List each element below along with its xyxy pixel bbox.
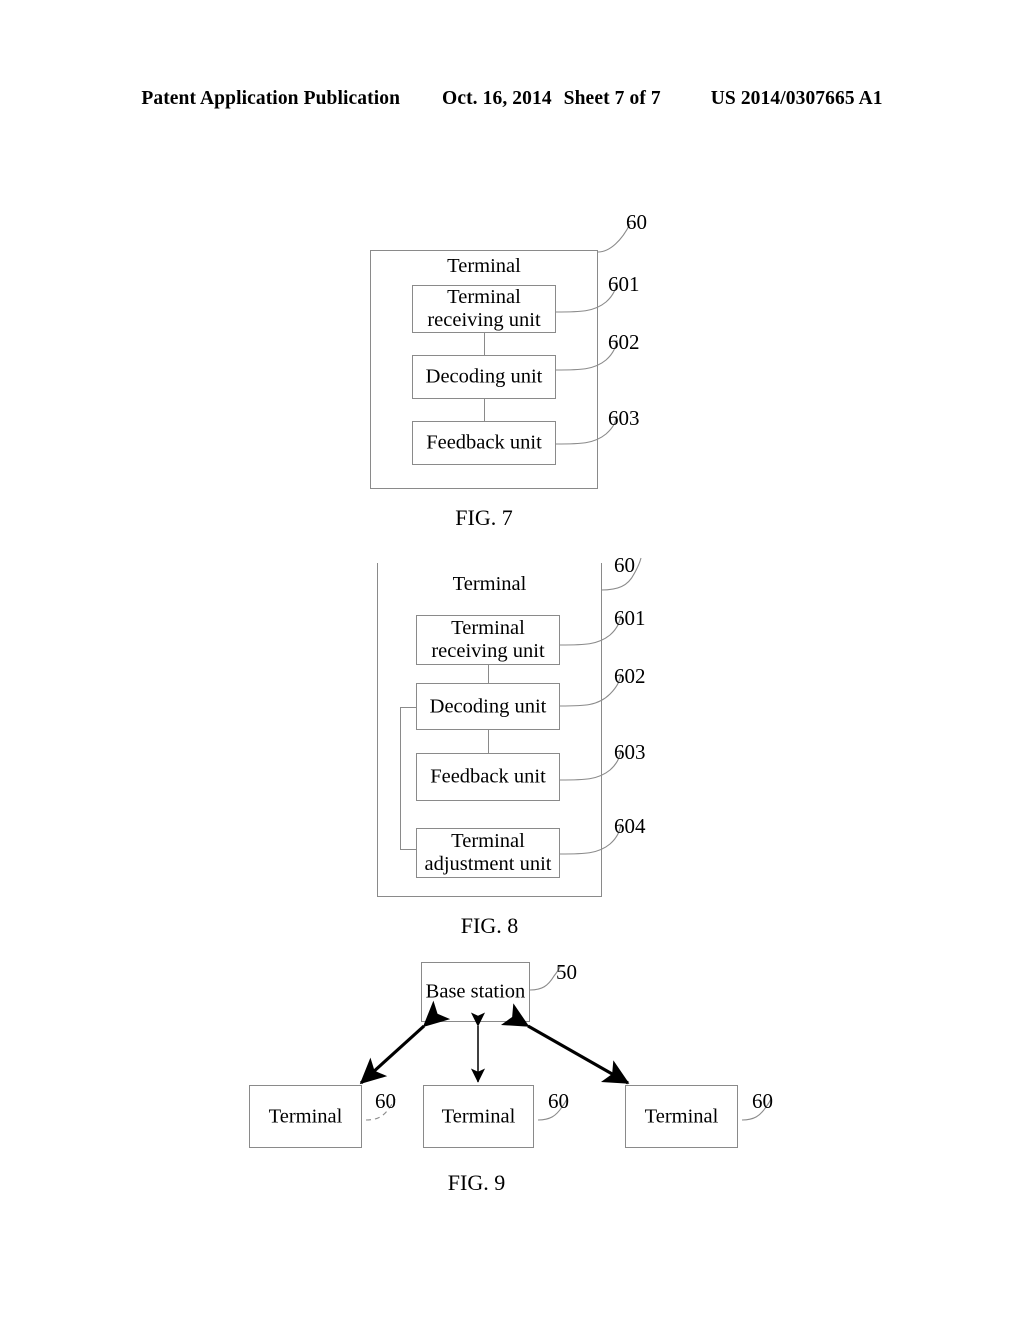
fig9-arrows: [359, 1000, 630, 1085]
fig9-arrow-right: [500, 1003, 630, 1085]
fig9-arrow-left: [359, 1000, 451, 1085]
fig9-caption: FIG. 9: [447, 1170, 506, 1195]
